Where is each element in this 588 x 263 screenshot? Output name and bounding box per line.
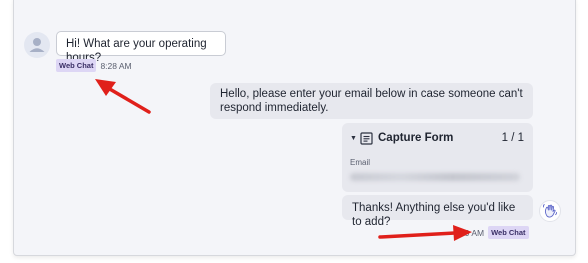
- outgoing-message: Hello, please enter your email below in …: [210, 83, 533, 119]
- channel-badge: Web Chat: [488, 226, 529, 239]
- channel-badge: Web Chat: [56, 59, 97, 72]
- capture-form-counter: 1 / 1: [501, 132, 524, 144]
- form-icon: [360, 131, 373, 145]
- waving-hand-icon[interactable]: [539, 200, 561, 222]
- incoming-message-meta: Web Chat 8:28 AM: [56, 59, 132, 72]
- caret-down-icon[interactable]: ▼: [350, 135, 360, 142]
- message-timestamp: 8:28 AM: [100, 60, 132, 71]
- outgoing-message-text: Hello, please enter your email below in …: [220, 88, 523, 114]
- outgoing-followup-message: Thanks! Anything else you'd like to add?: [342, 195, 533, 228]
- outgoing-followup-text: Thanks! Anything else you'd like to add?: [352, 202, 516, 228]
- outgoing-message-meta: 29 AM Web Chat: [460, 226, 529, 239]
- capture-form-card[interactable]: ▼ Capture Form 1 / 1 Email: [342, 123, 533, 192]
- user-avatar-icon: [24, 32, 50, 58]
- incoming-message: Hi! What are your operating hours?: [56, 31, 226, 64]
- message-timestamp: 29 AM: [460, 227, 485, 238]
- chat-window: Hi! What are your operating hours? Web C…: [13, 0, 576, 256]
- email-field-label: Email: [350, 158, 371, 167]
- email-field-value-redacted: [350, 173, 520, 181]
- capture-form-header[interactable]: ▼ Capture Form 1 / 1: [350, 131, 524, 145]
- capture-form-title: Capture Form: [378, 132, 454, 144]
